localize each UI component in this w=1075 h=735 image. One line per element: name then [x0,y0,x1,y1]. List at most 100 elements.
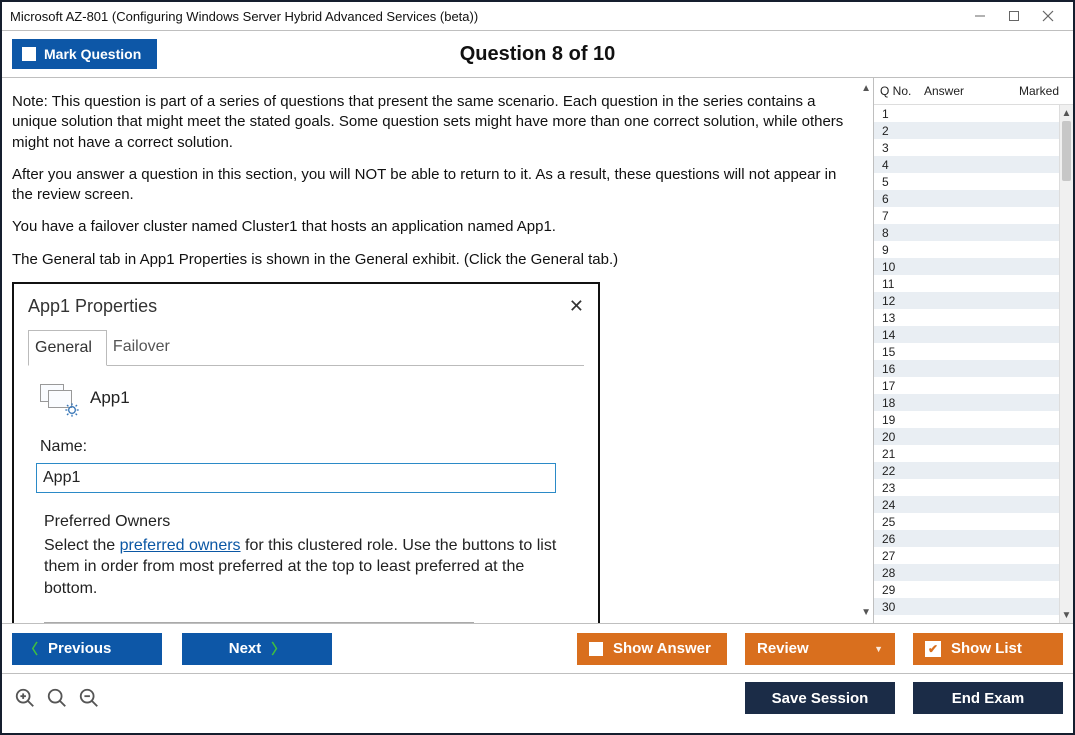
question-number: 6 [882,192,922,206]
question-number: 28 [882,566,922,580]
question-list-row[interactable]: 10 [874,258,1073,275]
question-list-row[interactable]: 15 [874,343,1073,360]
question-list-row[interactable]: 11 [874,275,1073,292]
question-list-row[interactable]: 1 [874,105,1073,122]
scroll-down-icon[interactable]: ▼ [1060,607,1073,623]
question-list-row[interactable]: 5 [874,173,1073,190]
question-list-row[interactable]: 3 [874,139,1073,156]
question-number: 12 [882,294,922,308]
app-display-name: App1 [90,387,130,410]
question-paragraph: Note: This question is part of a series … [12,92,857,153]
question-list-row[interactable]: 14 [874,326,1073,343]
nav-bar: 〈 Previous Next 〉 Show Answer Review ▼ ✔… [2,624,1073,674]
session-controls: Save Session End Exam [745,682,1063,714]
question-list-row[interactable]: 18 [874,394,1073,411]
question-list-row[interactable]: 2 [874,122,1073,139]
question-list-row[interactable]: 25 [874,513,1073,530]
minimize-button[interactable] [963,4,997,28]
question-list-row[interactable]: 8 [874,224,1073,241]
review-button[interactable]: Review ▼ [745,633,895,665]
maximize-button[interactable] [997,4,1031,28]
question-list-row[interactable]: 13 [874,309,1073,326]
question-list-row[interactable]: 12 [874,292,1073,309]
question-number: 14 [882,328,922,342]
show-list-label: Show List [951,640,1022,657]
question-list-row[interactable]: 21 [874,445,1073,462]
question-counter: Question 8 of 10 [2,43,1073,66]
question-list-row[interactable]: 24 [874,496,1073,513]
list-scrollbar[interactable]: ▲ ▼ [1059,105,1073,623]
question-number: 24 [882,498,922,512]
scroll-up-icon[interactable]: ▲ [861,82,871,96]
question-paragraph: The General tab in App1 Properties is sh… [12,250,857,270]
scroll-up-icon[interactable]: ▲ [1060,105,1073,121]
save-session-button[interactable]: Save Session [745,682,895,714]
question-number: 26 [882,532,922,546]
zoom-reset-icon[interactable] [44,685,70,711]
question-list-row[interactable]: 7 [874,207,1073,224]
name-label: Name: [40,436,578,458]
chevron-right-icon: 〉 [271,639,285,659]
col-header-marked: Marked [1019,84,1069,98]
name-input[interactable] [36,463,556,493]
question-list-row[interactable]: 30 [874,598,1073,615]
question-list-row[interactable]: 20 [874,428,1073,445]
gear-icon [64,402,80,418]
end-exam-button[interactable]: End Exam [913,682,1063,714]
col-header-answer: Answer [924,84,1019,98]
chevron-down-icon: ▼ [874,644,883,654]
preferred-owners-title: Preferred Owners [44,511,578,533]
question-number: 16 [882,362,922,376]
next-button[interactable]: Next 〉 [182,633,332,665]
preferred-owners-link[interactable]: preferred owners [120,537,241,554]
previous-button[interactable]: 〈 Previous [12,633,162,665]
checkbox-icon [589,642,603,656]
question-number: 22 [882,464,922,478]
window-title: Microsoft AZ-801 (Configuring Windows Se… [10,9,963,24]
zoom-in-icon[interactable] [12,685,38,711]
question-number: 11 [882,277,922,291]
question-number: 2 [882,124,922,138]
question-number: 18 [882,396,922,410]
dialog-tabs: General Failover [14,324,598,366]
show-answer-label: Show Answer [613,640,711,657]
show-answer-button[interactable]: Show Answer [577,633,727,665]
question-list-row[interactable]: 26 [874,530,1073,547]
scroll-down-icon[interactable]: ▼ [861,606,871,620]
question-pane: ▲ Note: This question is part of a serie… [2,78,873,623]
scroll-thumb[interactable] [1062,121,1071,181]
question-list-row[interactable]: 19 [874,411,1073,428]
question-list-row[interactable]: 29 [874,581,1073,598]
dialog-body: App1 Name: Preferred Owners Select the p… [28,365,584,623]
question-number: 30 [882,600,922,614]
question-list-row[interactable]: 27 [874,547,1073,564]
close-button[interactable] [1031,4,1065,28]
nav-right: Show Answer Review ▼ ✔ Show List [577,633,1063,665]
question-list-row[interactable]: 16 [874,360,1073,377]
zoom-out-icon[interactable] [76,685,102,711]
question-list-row[interactable]: 28 [874,564,1073,581]
mark-question-button[interactable]: Mark Question [12,39,157,69]
question-list-pane: Q No. Answer Marked 12345678910111213141… [873,78,1073,623]
checked-box-icon: ✔ [925,641,941,657]
question-list-row[interactable]: 9 [874,241,1073,258]
review-label: Review [757,640,809,657]
nav-left: 〈 Previous Next 〉 [12,633,332,665]
dialog-close-icon[interactable]: ✕ [569,294,584,318]
preferred-desc-pre: Select the [44,537,120,554]
question-number: 25 [882,515,922,529]
tab-failover[interactable]: Failover [107,330,184,366]
question-list-row[interactable]: 23 [874,479,1073,496]
tab-general[interactable]: General [28,330,107,366]
question-number: 27 [882,549,922,563]
clustered-role-icon [40,384,76,414]
titlebar: Microsoft AZ-801 (Configuring Windows Se… [2,2,1073,30]
question-list-row[interactable]: 22 [874,462,1073,479]
question-list-row[interactable]: 6 [874,190,1073,207]
server-list-item[interactable]: Server1 [44,622,474,623]
question-list-row[interactable]: 17 [874,377,1073,394]
show-list-button[interactable]: ✔ Show List [913,633,1063,665]
question-number: 29 [882,583,922,597]
checkbox-icon [22,47,36,61]
question-list-row[interactable]: 4 [874,156,1073,173]
